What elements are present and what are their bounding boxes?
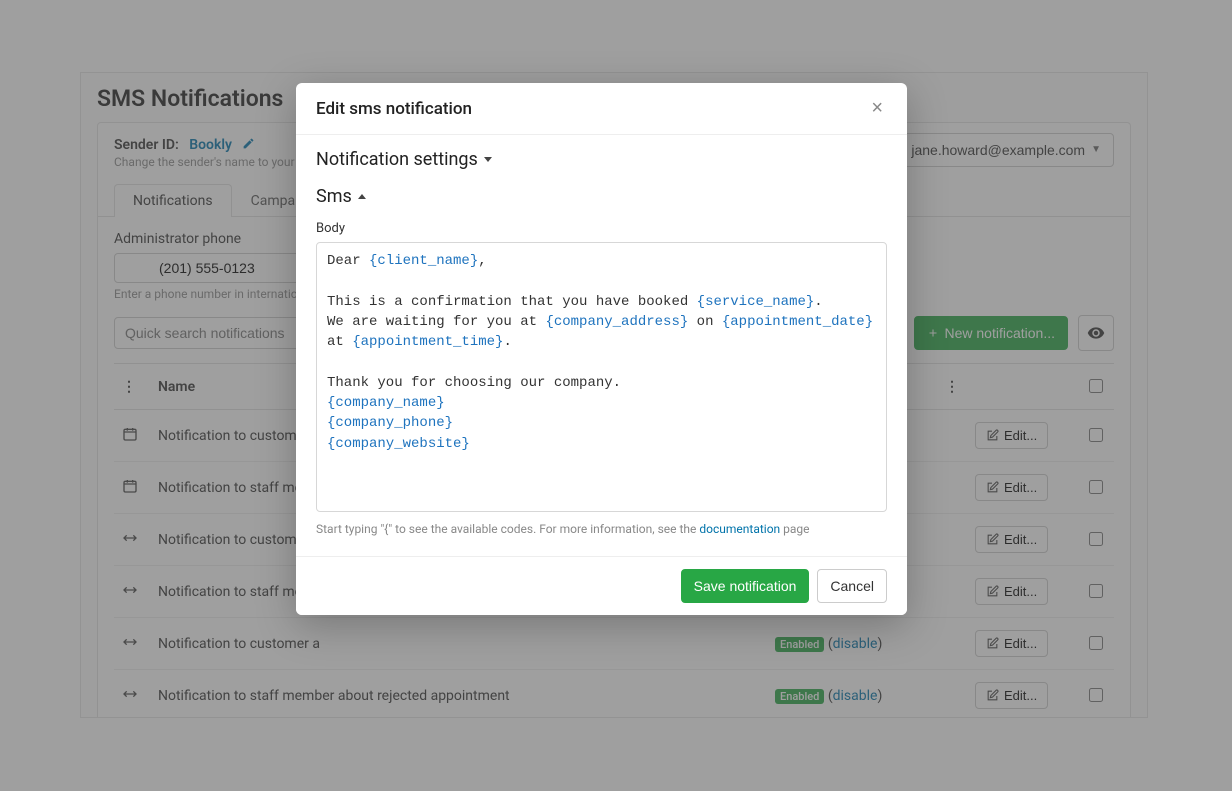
edit-notification-modal: Edit sms notification × Notification set… (296, 83, 907, 615)
close-button[interactable]: × (867, 97, 887, 120)
close-icon: × (871, 97, 883, 119)
caret-up-icon (358, 194, 366, 199)
body-label: Body (316, 221, 887, 236)
documentation-link[interactable]: documentation (699, 522, 780, 536)
body-editor[interactable]: Dear {client_name},This is a confirmatio… (316, 242, 887, 512)
section-sms[interactable]: Sms (316, 176, 887, 213)
modal-title: Edit sms notification (316, 99, 867, 119)
cancel-button[interactable]: Cancel (817, 569, 887, 603)
body-hint: Start typing "{" to see the available co… (316, 522, 887, 536)
save-button[interactable]: Save notification (681, 569, 810, 603)
caret-down-icon (484, 157, 492, 162)
section-notification-settings[interactable]: Notification settings (316, 139, 887, 176)
